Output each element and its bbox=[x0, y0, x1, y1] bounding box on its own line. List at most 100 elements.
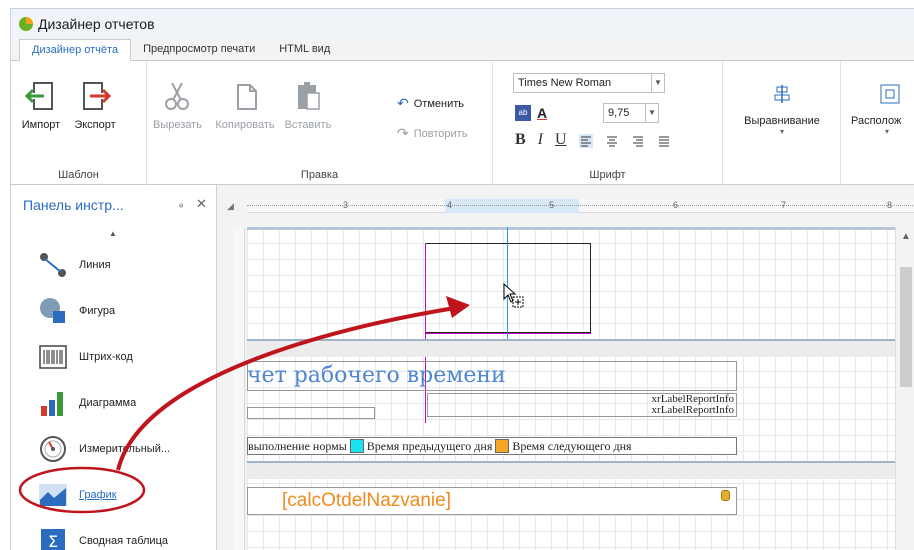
alignment-icon bbox=[774, 85, 790, 103]
window-title: Дизайнер отчетов bbox=[38, 16, 155, 32]
copy-button[interactable]: Копировать bbox=[215, 79, 275, 131]
italic-button[interactable]: I bbox=[538, 131, 543, 149]
align-center-icon[interactable] bbox=[605, 134, 619, 148]
barcode-icon bbox=[37, 341, 69, 373]
highlight-color-icon[interactable]: ab bbox=[515, 105, 531, 121]
ruler-number: 6 bbox=[673, 200, 679, 210]
undo-icon: ↶ bbox=[397, 95, 409, 111]
shape-icon bbox=[37, 295, 69, 327]
toolbox-item-label: График bbox=[79, 489, 117, 501]
redo-label: Повторить bbox=[413, 127, 468, 140]
paste-button[interactable]: Вставить bbox=[279, 79, 337, 131]
legend-row[interactable]: выполнение нормы Время предыдущего дня В… bbox=[247, 437, 737, 455]
sigma-icon: Σ bbox=[37, 525, 69, 550]
label-box[interactable] bbox=[247, 407, 375, 419]
bar-chart-icon bbox=[37, 387, 69, 419]
legend-item-3: Время следующего дня bbox=[512, 438, 632, 453]
gauge-icon bbox=[37, 433, 69, 465]
legend-item-1: выполнение нормы bbox=[248, 438, 347, 453]
export-icon bbox=[83, 82, 112, 110]
import-button[interactable]: Импорт bbox=[17, 79, 65, 131]
edit-group-label: Правка bbox=[300, 169, 339, 181]
align-justify-icon[interactable] bbox=[657, 134, 671, 148]
font-size-combo[interactable]: 9,75 ▼ bbox=[603, 103, 659, 123]
toolbox-item-label: Сводная таблица bbox=[79, 535, 168, 547]
toolbox-item-label: Диаграмма bbox=[79, 397, 137, 409]
toolbox-item-pivot[interactable]: Σ Сводная таблица bbox=[11, 519, 217, 550]
format-buttons: B I U bbox=[515, 131, 671, 149]
ruler-corner-icon: ◢ bbox=[227, 201, 234, 211]
scroll-up-icon[interactable]: ▲ bbox=[901, 231, 911, 242]
export-button[interactable]: Экспорт bbox=[71, 79, 119, 131]
toolbox-item-chart[interactable]: Диаграмма bbox=[11, 381, 217, 425]
database-icon bbox=[721, 490, 730, 501]
arrange-group: Располож ▾ bbox=[841, 61, 914, 185]
cyan-swatch bbox=[349, 439, 364, 453]
app-logo-icon bbox=[19, 17, 33, 31]
font-name-combo[interactable]: Times New Roman ▼ bbox=[513, 73, 665, 93]
vertical-scrollbar[interactable]: ▲ bbox=[895, 227, 914, 550]
arrange-label: Располож bbox=[851, 115, 902, 127]
pin-icon[interactable]: ₔ bbox=[179, 198, 183, 210]
copy-icon bbox=[237, 84, 257, 110]
ruler-number: 7 bbox=[781, 200, 787, 210]
underline-button[interactable]: U bbox=[555, 131, 567, 149]
toolbox-panel: Панель инстр... ₔ ✕ ▲ Линия Фигура Штрих… bbox=[11, 185, 217, 550]
chevron-down-icon: ▾ bbox=[885, 127, 890, 136]
import-label: Импорт bbox=[21, 119, 61, 131]
toolbox-title: Панель инстр... bbox=[23, 197, 124, 213]
tab-print-preview[interactable]: Предпросмотр печати bbox=[131, 39, 267, 61]
chevron-down-icon[interactable]: ▼ bbox=[645, 104, 658, 122]
band-separator[interactable] bbox=[247, 461, 895, 479]
scrollbar-thumb[interactable] bbox=[900, 267, 912, 387]
ribbon-tabs: Дизайнер отчёта Предпросмотр печати HTML… bbox=[11, 39, 914, 62]
calc-field-text: [calcOtdelNazvanie] bbox=[282, 490, 451, 511]
calc-field-box[interactable]: [calcOtdelNazvanie] bbox=[247, 487, 737, 515]
ribbon: Импорт Экспорт Шаблон Вырезать Копироват… bbox=[11, 61, 914, 185]
template-group-label: Шаблон bbox=[58, 169, 99, 181]
alignment-button[interactable]: Выравнивание ▾ bbox=[737, 79, 827, 136]
redo-button[interactable]: ↷ Повторить bbox=[397, 125, 467, 142]
report-info-box[interactable]: xrLabelReportInfo xrLabelReportInfo bbox=[427, 393, 737, 417]
font-color-icon[interactable]: A bbox=[537, 105, 547, 121]
ruler-number: 8 bbox=[887, 200, 893, 210]
toolbox-item-barcode[interactable]: Штрих-код bbox=[11, 335, 217, 379]
scroll-up-icon[interactable]: ▲ bbox=[109, 229, 117, 238]
toolbox-item-line[interactable]: Линия bbox=[11, 243, 217, 287]
bold-button[interactable]: B bbox=[515, 131, 526, 149]
align-right-icon[interactable] bbox=[631, 134, 645, 148]
font-size-value: 9,75 bbox=[608, 107, 630, 119]
arrange-icon bbox=[880, 84, 900, 104]
band-top-border bbox=[247, 227, 895, 230]
chevron-down-icon[interactable]: ▼ bbox=[651, 74, 664, 92]
tab-html-view[interactable]: HTML вид bbox=[267, 39, 342, 61]
close-icon[interactable]: ✕ bbox=[196, 196, 207, 212]
cut-button[interactable]: Вырезать bbox=[153, 79, 202, 131]
toolbox-item-sparkline[interactable]: График bbox=[11, 473, 217, 517]
toolbox-item-shape[interactable]: Фигура bbox=[11, 289, 217, 333]
band-separator[interactable] bbox=[247, 339, 895, 357]
alignment-group: Выравнивание ▾ bbox=[723, 61, 841, 185]
toolbox-item-label: Линия bbox=[79, 259, 111, 271]
arrange-button[interactable]: Располож ▾ bbox=[851, 79, 914, 136]
align-left-icon[interactable] bbox=[578, 134, 593, 148]
vertical-ruler bbox=[233, 227, 245, 550]
snap-guide-left bbox=[425, 243, 426, 423]
tab-report-designer[interactable]: Дизайнер отчёта bbox=[19, 39, 132, 62]
report-canvas[interactable]: чет рабочего времени xrLabelReportInfo x… bbox=[247, 227, 895, 550]
redo-icon: ↷ bbox=[397, 125, 409, 141]
template-group: Импорт Экспорт Шаблон bbox=[11, 61, 147, 185]
toolbox-item-gauge[interactable]: Измерительный... bbox=[11, 427, 217, 471]
snap-guide-horizontal bbox=[425, 333, 591, 334]
drag-cursor-icon bbox=[503, 283, 524, 308]
ruler-number: 5 bbox=[549, 200, 555, 210]
cut-label: Вырезать bbox=[153, 119, 202, 131]
chevron-down-icon: ▾ bbox=[779, 127, 784, 136]
report-title: чет рабочего времени bbox=[247, 363, 506, 388]
paste-icon bbox=[298, 82, 320, 110]
paste-label: Вставить bbox=[284, 119, 332, 131]
ruler-number: 3 bbox=[343, 200, 349, 210]
undo-button[interactable]: ↶ Отменить bbox=[397, 95, 464, 112]
svg-text:Σ: Σ bbox=[48, 532, 58, 550]
alignment-label: Выравнивание bbox=[744, 115, 820, 127]
